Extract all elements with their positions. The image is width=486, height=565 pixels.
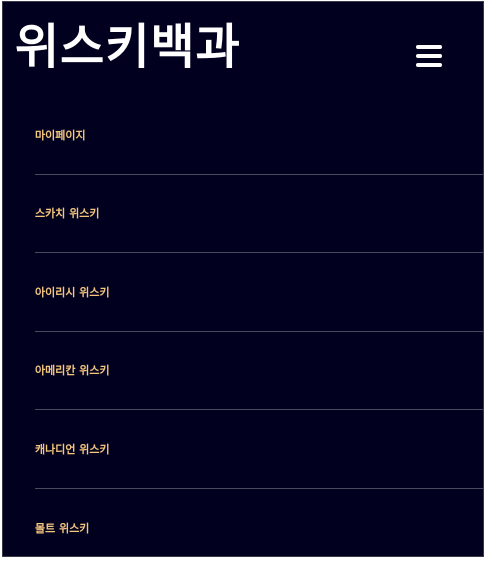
hamburger-menu-icon-bar <box>416 54 442 58</box>
nav-link-american[interactable]: 아메리칸 위스키 <box>35 332 483 410</box>
nav-item-label: 캐나디언 위스키 <box>35 442 110 456</box>
nav-item-label: 아메리칸 위스키 <box>35 364 110 378</box>
nav-item-label: 스카치 위스키 <box>35 207 100 221</box>
nav-link-scotch[interactable]: 스카치 위스키 <box>35 175 483 253</box>
nav-item-label: 몰트 위스키 <box>35 521 90 535</box>
nav-item-scotch: 스카치 위스키 <box>35 175 483 253</box>
page: 위스키백과 마이페이지 스카치 위스키 아이리시 위스키 아메리칸 위스키 캐나… <box>0 0 486 565</box>
nav-menu-list: 마이페이지 스카치 위스키 아이리시 위스키 아메리칸 위스키 캐나디언 위스키… <box>35 96 483 557</box>
nav-item-canadian: 캐나디언 위스키 <box>35 410 483 489</box>
nav-item-malt: 몰트 위스키 <box>35 489 483 557</box>
mobile-nav-panel: 위스키백과 마이페이지 스카치 위스키 아이리시 위스키 아메리칸 위스키 캐나… <box>2 1 484 557</box>
site-logo-title[interactable]: 위스키백과 <box>15 16 241 78</box>
nav-link-irish[interactable]: 아이리시 위스키 <box>35 253 483 331</box>
nav-item-american: 아메리칸 위스키 <box>35 332 483 410</box>
nav-item-label: 마이페이지 <box>35 128 86 142</box>
hamburger-menu-button[interactable] <box>414 42 444 70</box>
hamburger-menu-icon <box>416 45 442 49</box>
nav-item-irish: 아이리시 위스키 <box>35 253 483 332</box>
hamburger-menu-icon-bar <box>416 63 442 67</box>
nav-item-mypage: 마이페이지 <box>35 96 483 175</box>
nav-link-canadian[interactable]: 캐나디언 위스키 <box>35 410 483 488</box>
nav-link-malt[interactable]: 몰트 위스키 <box>35 489 483 557</box>
nav-link-mypage[interactable]: 마이페이지 <box>35 96 483 174</box>
nav-item-label: 아이리시 위스키 <box>35 285 110 299</box>
